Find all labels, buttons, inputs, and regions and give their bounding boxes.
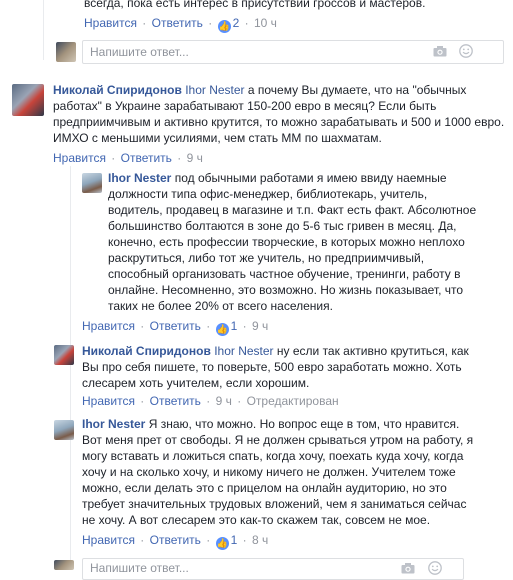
top-comment: всегда, пока есть интерес в присутствии … [84,0,504,11]
avatar[interactable] [82,173,102,193]
reply-placeholder: Напишите ответ... [90,45,189,59]
reply-actions: Нравится · Ответить · 👍 1 · 9 ч [82,319,269,336]
reply-button[interactable]: Ответить [150,319,201,333]
comment-time[interactable]: 9 ч [216,394,232,408]
my-avatar [54,560,74,570]
comment-actions: Нравится · Ответить · 9 ч [53,151,203,165]
comment-time[interactable]: 8 ч [252,533,268,547]
comment-time[interactable]: 9 ч [252,319,268,333]
comment: Николай Спиридонов Ihor Nester а почему … [53,82,505,146]
mention-link[interactable]: Ihor Nester [185,83,244,97]
like-button[interactable]: Нравится [84,16,137,30]
avatar[interactable] [54,345,74,365]
like-button[interactable]: Нравится [82,533,135,547]
comment-text: Я знаю, что можно. Но вопрос еще в том, … [82,417,474,527]
thumbs-up-icon[interactable]: 👍 [217,20,231,33]
like-count[interactable]: 1 [231,533,238,547]
like-button[interactable]: Нравится [53,151,106,165]
like-button[interactable]: Нравится [82,319,135,333]
top-comment-actions: Нравится · Ответить · 👍 2 · 10 ч [84,16,277,33]
author-name[interactable]: Ihor Nester [108,171,171,185]
comment-time[interactable]: 9 ч [187,151,203,165]
reply-thread-border [70,166,71,570]
reply-placeholder: Напишите ответ... [90,561,189,575]
mention-link[interactable]: Ihor Nester [214,344,273,358]
avatar[interactable] [54,420,74,440]
edited-label[interactable]: Отредактирован [247,394,339,408]
thumbs-up-icon[interactable]: 👍 [215,537,229,550]
author-name[interactable]: Николай Спиридонов [82,344,211,358]
comments-panel: всегда, пока есть интерес в присутствии … [0,0,513,580]
thumbs-up-icon[interactable]: 👍 [215,323,229,336]
reply-button[interactable]: Ответить [152,16,203,30]
author-name[interactable]: Ihor Nester [82,417,145,431]
thread-border [43,0,44,60]
reply-button[interactable]: Ответить [121,151,172,165]
author-name[interactable]: Николай Спиридонов [53,83,182,97]
reply-input[interactable]: Напишите ответ... [82,558,464,580]
reply: Николай Спиридонов Ihor Nester ну если т… [82,343,482,391]
my-avatar [56,42,76,62]
reply-actions: Нравится · Ответить · 9 ч · Отредактиров… [82,394,339,408]
smile-icon[interactable] [428,561,442,575]
camera-icon[interactable] [433,46,447,57]
like-count[interactable]: 1 [231,319,238,333]
camera-icon[interactable] [401,563,415,574]
reply-button[interactable]: Ответить [150,533,201,547]
reply-input[interactable]: Напишите ответ... [82,40,504,64]
avatar[interactable] [12,84,44,116]
like-count[interactable]: 2 [233,16,240,30]
reply: Ihor Nester Я знаю, что можно. Но вопрос… [82,416,482,528]
comment-text: всегда, пока есть интерес в присутствии … [84,0,426,10]
comment-text: под обычными работами я имею ввиду наемн… [108,171,477,313]
reply-actions: Нравится · Ответить · 👍 1 · 8 ч [82,533,269,550]
like-button[interactable]: Нравится [82,394,135,408]
smile-icon[interactable] [459,44,473,58]
reply: Ihor Nester под обычными работами я имею… [108,170,478,314]
comment-time[interactable]: 10 ч [254,16,277,30]
reply-button[interactable]: Ответить [150,394,201,408]
